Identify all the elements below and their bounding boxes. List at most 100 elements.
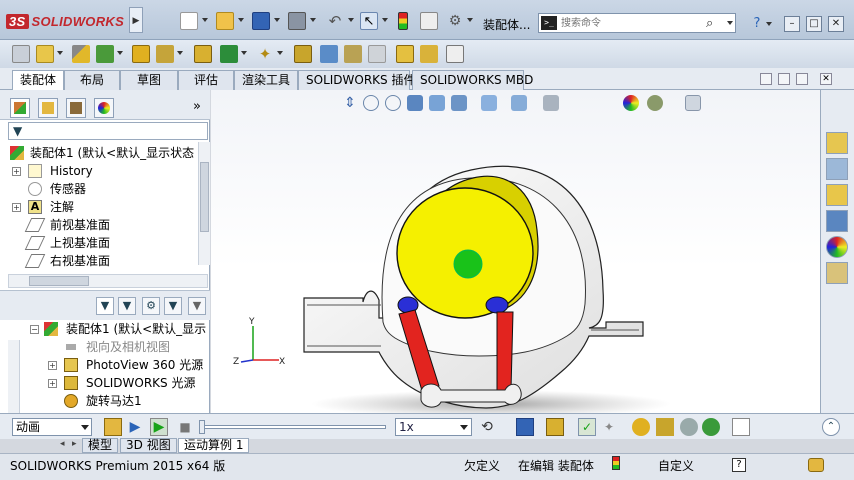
exploded-view-icon[interactable] — [320, 45, 338, 63]
configuration-manager-tab-icon[interactable] — [66, 98, 86, 118]
filter-unknown-icon[interactable]: ▼ — [188, 297, 206, 315]
scroll-thumb[interactable] — [29, 276, 89, 286]
playback-speed-select[interactable]: 1x — [395, 418, 472, 436]
assembly-features-icon[interactable] — [194, 45, 212, 63]
tab-layout[interactable]: 布局 — [64, 70, 120, 90]
undo-dropdown-icon[interactable] — [348, 18, 354, 22]
help-icon[interactable]: ? — [732, 458, 746, 472]
playback-mode-icon[interactable]: ⟲ — [478, 418, 496, 436]
contact-icon[interactable] — [680, 418, 698, 436]
animation-wizard-icon[interactable] — [546, 418, 564, 436]
search-box[interactable]: >_ ⌕ — [538, 13, 736, 33]
autokey-icon[interactable]: ✓ — [578, 418, 596, 436]
smart-fasteners-icon[interactable] — [96, 45, 114, 63]
wheel-hub[interactable] — [453, 249, 483, 279]
play-from-start-icon[interactable]: ▶ — [126, 418, 144, 436]
display-manager-tab-icon[interactable] — [94, 98, 114, 118]
collapse-icon[interactable]: − — [30, 325, 39, 334]
save-dropdown-icon[interactable] — [274, 18, 280, 22]
move-component-icon[interactable] — [132, 45, 150, 63]
graphics-viewport[interactable]: ⇕ Y X Z — [211, 90, 820, 413]
unit-system[interactable]: 自定义 — [658, 458, 694, 474]
options-dropdown-icon[interactable] — [467, 18, 473, 22]
explode-line-sketch-icon[interactable] — [344, 45, 362, 63]
tree-item-annotations[interactable]: + A 注解 — [12, 198, 198, 216]
motor-icon[interactable] — [632, 418, 650, 436]
gravity-icon[interactable] — [702, 418, 720, 436]
timeline-thumb[interactable] — [199, 420, 205, 434]
tab-solidworks-addins[interactable]: SOLIDWORKS 插件 — [298, 70, 415, 90]
tab-assembly[interactable]: 装配体 — [12, 70, 65, 91]
tree-horizontal-scrollbar[interactable] — [8, 274, 208, 288]
close-button[interactable]: ✕ — [828, 16, 844, 32]
view-palette-icon[interactable] — [826, 210, 848, 232]
window-min-icon[interactable] — [796, 73, 808, 85]
tree-item-front-plane[interactable]: 前视基准面 — [12, 216, 198, 234]
search-dropdown-icon[interactable] — [727, 21, 733, 25]
study-type-select[interactable]: 动画 — [12, 418, 92, 436]
mate-dropdown-icon[interactable] — [57, 51, 63, 55]
expand-icon[interactable]: + — [12, 167, 21, 176]
mate-icon[interactable] — [36, 45, 54, 63]
window-close-icon[interactable]: ✕ — [820, 73, 832, 85]
motion-tree-scrollbar[interactable] — [8, 340, 20, 413]
tree-item-sensors[interactable]: 传感器 — [12, 180, 198, 198]
playback-timeline-slider[interactable] — [199, 420, 386, 434]
linear-pattern-icon[interactable] — [72, 45, 90, 63]
rebuild-traffic-light-icon[interactable] — [398, 12, 408, 30]
tree-item-history[interactable]: + History — [12, 162, 198, 180]
reference-dropdown-icon[interactable] — [241, 51, 247, 55]
tile-window-icon[interactable] — [760, 73, 772, 85]
expand-icon[interactable]: + — [48, 361, 57, 370]
open-folder-icon[interactable] — [216, 12, 234, 30]
clearance-verification-icon[interactable] — [396, 45, 414, 63]
tab-scroll-right-icon[interactable]: ▸ — [72, 439, 77, 449]
menu-expand-arrow[interactable]: ▶ — [129, 7, 143, 33]
tab-3d-views[interactable]: 3D 视图 — [120, 438, 177, 453]
more-tabs-icon[interactable]: » — [193, 99, 201, 114]
tab-motion-study-1[interactable]: 运动算例 1 — [178, 438, 250, 453]
motion-dropdown-icon[interactable] — [277, 51, 283, 55]
print-icon[interactable] — [288, 12, 306, 30]
file-properties-icon[interactable] — [420, 12, 438, 30]
spring-icon[interactable] — [656, 418, 674, 436]
open-dropdown-icon[interactable] — [238, 18, 244, 22]
message-notification-icon[interactable] — [808, 458, 824, 472]
stop-icon[interactable]: ■ — [176, 418, 194, 436]
cascade-window-icon[interactable] — [778, 73, 790, 85]
print-dropdown-icon[interactable] — [310, 18, 316, 22]
save-animation-icon[interactable] — [516, 418, 534, 436]
reference-geometry-icon[interactable] — [220, 45, 238, 63]
bill-of-materials-icon[interactable] — [294, 45, 312, 63]
options-gear-icon[interactable]: ⚙ — [446, 12, 464, 30]
tab-sketch[interactable]: 草图 — [120, 70, 178, 90]
select-cursor-icon[interactable]: ↖ — [360, 12, 378, 30]
solidworks-logo[interactable]: 3S SOLIDWORKS — [6, 10, 124, 32]
tree-vertical-scrollbar[interactable] — [198, 142, 210, 265]
help-dropdown-icon[interactable] — [766, 22, 772, 26]
add-key-icon[interactable]: ✦ — [600, 418, 618, 436]
collapse-motion-manager-icon[interactable]: ⌃ — [822, 418, 840, 436]
tree-item-top-plane[interactable]: 上视基准面 — [12, 234, 198, 252]
rebuild-status-icon[interactable] — [612, 456, 620, 470]
results-plots-icon[interactable] — [732, 418, 750, 436]
show-dropdown-icon[interactable] — [177, 51, 183, 55]
property-manager-tab-icon[interactable] — [38, 98, 58, 118]
scroll-thumb[interactable] — [200, 162, 209, 232]
feature-tree-tab-icon[interactable] — [10, 98, 30, 118]
play-icon[interactable]: ▶ — [150, 418, 168, 436]
save-icon[interactable] — [252, 12, 270, 30]
file-explorer-icon[interactable] — [826, 184, 848, 206]
search-input[interactable] — [561, 15, 701, 31]
search-icon[interactable]: ⌕ — [706, 16, 713, 31]
help-question-icon[interactable]: ? — [748, 16, 766, 34]
interference-detection-icon[interactable] — [368, 45, 386, 63]
maximize-button[interactable]: □ — [806, 16, 822, 32]
tree-filter[interactable]: ▼ — [8, 122, 208, 140]
show-hidden-icon[interactable] — [156, 45, 174, 63]
undo-icon[interactable]: ↶ — [326, 12, 344, 30]
link-right[interactable] — [496, 311, 514, 395]
new-motion-study-icon[interactable]: ✦ — [256, 45, 274, 63]
filter-animation-icon[interactable]: ▼ — [96, 297, 114, 315]
new-document-icon[interactable] — [180, 12, 198, 30]
